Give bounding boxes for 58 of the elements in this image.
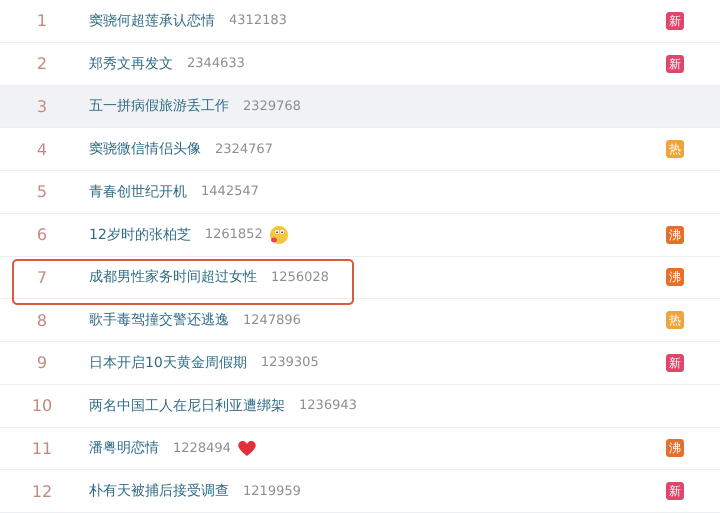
topic-link[interactable]: 成都男性家务时间超过女性 (89, 268, 257, 286)
rank-number: 9 (36, 353, 48, 372)
topic-link[interactable]: 朴有天被捕后接受调查 (89, 482, 229, 500)
list-row[interactable]: 4 窦骁微信情侣头像 2324767 热 (0, 128, 720, 171)
rank-number: 8 (36, 310, 48, 330)
rank-number: 1 (36, 11, 48, 30)
face-emoji-icon (268, 224, 289, 245)
rank-number: 11 (30, 438, 54, 458)
hot-tag: 新 (666, 354, 684, 372)
hot-tag: 新 (666, 12, 684, 30)
topic-link[interactable]: 两名中国工人在尼日利亚遭绑架 (89, 396, 285, 415)
heart-icon (236, 438, 257, 458)
topic-link[interactable]: 青春创世纪开机 (89, 182, 187, 201)
topic-link[interactable]: 日本开启10天黄金周假期 (89, 354, 247, 372)
rank-number: 6 (36, 225, 48, 244)
topic-link[interactable]: 潘粤明恋情 (89, 439, 159, 458)
rank-number: 2 (36, 54, 48, 74)
search-count: 1442547 (201, 184, 259, 200)
topic-link[interactable]: 12岁时的张柏芝 (89, 226, 191, 244)
list-row[interactable]: 1 窦骁何超莲承认恋情 4312183 新 (0, 0, 720, 43)
hot-tag: 沸 (666, 226, 684, 244)
search-count: 2324767 (215, 142, 273, 157)
hot-tag: 热 (666, 311, 684, 330)
hot-tag: 沸 (666, 439, 684, 458)
hot-tag: 沸 (666, 268, 684, 286)
search-count: 2329768 (243, 98, 301, 114)
list-row[interactable]: 10 两名中国工人在尼日利亚遭绑架 1236943 (0, 384, 720, 428)
topic-link[interactable]: 郑秀文再发文 (89, 54, 173, 73)
list-row[interactable]: 6 12岁时的张柏芝 1261852 沸 (0, 214, 720, 256)
rank-number: 12 (30, 482, 54, 501)
list-row[interactable]: 5 青春创世纪开机 1442547 (0, 171, 720, 214)
search-count: 4312183 (229, 13, 287, 28)
rank-number: 3 (36, 96, 48, 116)
search-count: 1228494 (173, 440, 231, 456)
hot-tag: 热 (666, 140, 684, 158)
search-count: 1256028 (271, 270, 329, 285)
list-row[interactable]: 9 日本开启10天黄金周假期 1239305 新 (0, 342, 720, 385)
search-count: 1261852 (204, 227, 263, 242)
list-row[interactable]: 7 成都男性家务时间超过女性 1256028 沸 (0, 256, 720, 300)
rank-number: 10 (30, 396, 54, 416)
hot-tag: 新 (666, 482, 684, 500)
search-count: 2344633 (187, 56, 245, 72)
search-count: 1247896 (243, 312, 301, 328)
topic-link[interactable]: 窦骁何超莲承认恋情 (89, 12, 215, 30)
rank-number: 7 (36, 268, 48, 287)
rank-number: 5 (36, 182, 48, 202)
topic-link[interactable]: 歌手毒驾撞交警还逃逸 (89, 311, 229, 330)
topic-link[interactable]: 五一拼病假旅游丢工作 (89, 97, 229, 116)
search-count: 1236943 (299, 398, 357, 414)
hot-tag: 新 (666, 54, 684, 73)
list-row[interactable]: 11 潘粤明恋情 1228494 沸 (0, 428, 720, 470)
list-row[interactable]: 12 朴有天被捕后接受调查 1219959 新 (0, 470, 720, 513)
topic-link[interactable]: 窦骁微信情侣头像 (89, 140, 201, 158)
list-row[interactable]: 3 五一拼病假旅游丢工作 2329768 (0, 86, 720, 128)
search-count: 1219959 (243, 484, 301, 499)
list-row[interactable]: 8 歌手毒驾撞交警还逃逸 1247896 热 (0, 299, 720, 342)
rank-number: 4 (36, 140, 48, 159)
search-count: 1239305 (260, 355, 319, 370)
